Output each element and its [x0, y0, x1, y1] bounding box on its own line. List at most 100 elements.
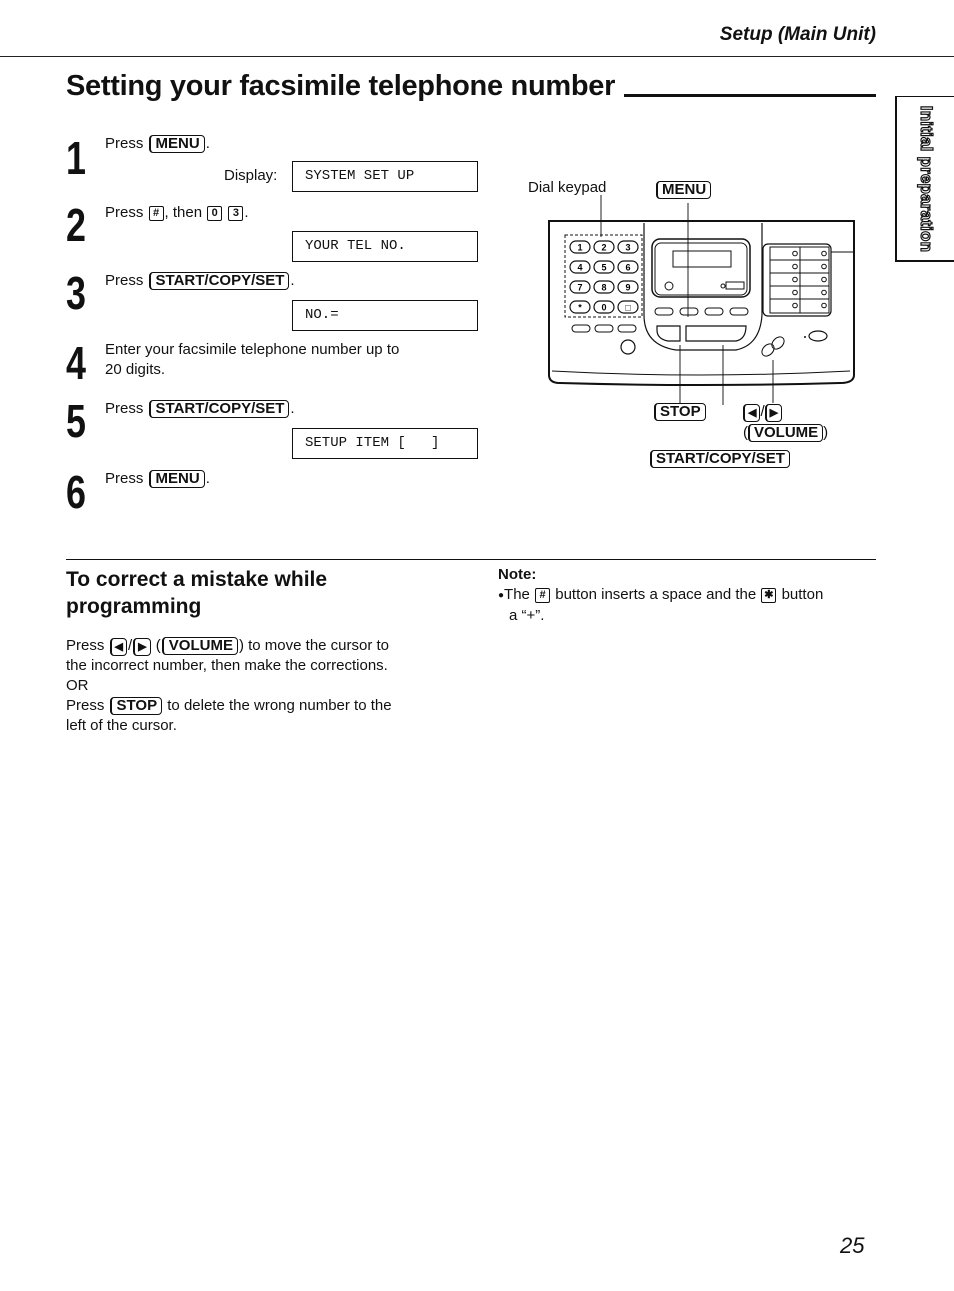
keypad-key-label: 0	[601, 303, 606, 313]
hash-key: #	[535, 588, 551, 603]
volume-key: VOLUME	[161, 637, 238, 655]
step-text: Press	[105, 272, 144, 289]
left-arrow-key: ◀	[109, 638, 127, 656]
step-1-text: Press MENU.	[105, 134, 210, 154]
right-arrow-key: ▶	[764, 404, 783, 422]
or-separator: OR	[66, 677, 89, 694]
stop-key: STOP	[109, 697, 163, 715]
volume-key: VOLUME	[748, 424, 824, 442]
fax-body-edge	[551, 370, 851, 376]
one-touch-dot	[792, 289, 798, 296]
correction-instructions: Press ◀ / ▶ (VOLUME) to move the cursor to…	[66, 636, 466, 736]
one-touch-dot	[821, 250, 827, 257]
one-touch-dot	[821, 276, 827, 283]
lower-button	[571, 324, 591, 333]
page-title: Setting your facsimile telephone number	[66, 70, 616, 102]
one-touch-dot	[792, 250, 798, 257]
punct: .	[290, 400, 295, 417]
left-arrow-key: ◀	[743, 404, 761, 422]
lcd-display: SYSTEM SET UP	[292, 161, 478, 192]
start-copy-set-button	[685, 325, 747, 342]
instruction-line: the incorrect number, then make the corr…	[66, 657, 388, 674]
keypad-key-label: 7	[577, 283, 582, 293]
punct: .	[290, 272, 295, 289]
header-divider	[0, 56, 954, 57]
step-number: 2	[66, 199, 86, 251]
arrow-keys-callout: ◀ / ▶	[743, 403, 783, 422]
note-line: ●The # button inserts a space and the ✱ …	[498, 586, 824, 603]
instruction-line: left of the cursor.	[66, 717, 177, 734]
lcd-screen	[672, 250, 732, 268]
start-copy-set-key: START/COPY/SET	[148, 400, 290, 418]
dial-knob	[620, 339, 636, 355]
keypad-key-label: *	[578, 303, 582, 313]
hash-key: #	[148, 206, 164, 221]
stop-callout: STOP	[654, 403, 706, 421]
note-title: Note:	[498, 566, 537, 583]
stop-key: STOP	[654, 403, 706, 421]
lower-button	[594, 324, 614, 333]
one-touch-dot	[821, 263, 827, 270]
fax-machine-diagram: 1 2 3 4 5 6 7 8 9 * 0 □	[548, 195, 855, 405]
note-line: a “+”.	[509, 607, 545, 624]
step-5-text: Press START/COPY/SET.	[105, 399, 295, 419]
display-label: Display:	[224, 167, 278, 184]
digit-0-key: 0	[207, 206, 223, 221]
keypad-keys: 1 2 3 4 5 6 7 8 9 * 0 □	[569, 240, 639, 314]
step-text: Press	[105, 135, 144, 152]
function-button	[704, 307, 724, 316]
function-button	[729, 307, 749, 316]
indicator-light	[664, 281, 674, 291]
right-arrow-key: ▶	[133, 638, 151, 656]
keypad-key-label: 5	[601, 263, 606, 273]
step-number: 1	[66, 132, 86, 184]
display-housing	[651, 238, 751, 298]
step-text: Enter your facsimile telephone number up…	[105, 341, 400, 358]
menu-key: MENU	[148, 470, 205, 488]
instruction-line: Press STOP to delete the wrong number to…	[66, 697, 392, 715]
one-touch-dot	[792, 263, 798, 270]
lcd-display: NO.=	[292, 300, 478, 331]
keypad-key-label: 2	[601, 243, 606, 253]
volume-rocker-left	[761, 343, 775, 357]
function-button	[679, 307, 699, 316]
section-header: Setup (Main Unit)	[719, 24, 876, 45]
one-touch-dot	[821, 302, 827, 309]
digit-3-key: 3	[228, 206, 244, 221]
small-button	[725, 281, 745, 290]
page-number: 25	[840, 1233, 865, 1258]
lower-button	[617, 324, 637, 333]
start-copy-set-callout: START/COPY/SET	[650, 450, 790, 468]
led-dot	[720, 283, 726, 289]
chapter-tab: Initial preparation	[895, 96, 954, 262]
punct: .	[205, 470, 210, 487]
step-2-text: Press #, then 0 3.	[105, 203, 249, 223]
stop-button	[656, 325, 681, 342]
step-text: Press	[105, 400, 144, 417]
punct: .	[244, 204, 249, 221]
start-copy-set-key: START/COPY/SET	[650, 450, 790, 468]
note-body: ●The # button inserts a space and the ✱ …	[498, 585, 878, 626]
step-number: 4	[66, 337, 86, 389]
instruction-line: Press ◀ / ▶ (VOLUME) to move the cursor to	[66, 637, 390, 656]
step-text: , then	[164, 204, 203, 221]
volume-rocker-right	[771, 336, 785, 350]
volume-callout: (VOLUME)	[743, 424, 829, 442]
handset-button	[808, 330, 828, 342]
step-text: Press	[105, 470, 144, 487]
star-key: ✱	[761, 588, 777, 603]
keypad-key-label: 3	[625, 243, 630, 253]
title-underline	[624, 94, 876, 97]
step-text: 20 digits.	[105, 361, 166, 378]
one-touch-dot	[792, 276, 798, 283]
chapter-tab-label: Initial preparation	[916, 105, 936, 253]
keypad-key-label: 6	[625, 263, 630, 273]
correction-section-title: To correct a mistake while programming	[66, 568, 328, 618]
step-text: Press	[105, 204, 144, 221]
step-number: 5	[66, 395, 86, 447]
step-3-text: Press START/COPY/SET.	[105, 271, 295, 291]
punct: .	[205, 135, 210, 152]
keypad-key-label: □	[625, 303, 631, 313]
step-4-text: Enter your facsimile telephone number up…	[105, 340, 399, 380]
menu-key: MENU	[148, 135, 205, 153]
